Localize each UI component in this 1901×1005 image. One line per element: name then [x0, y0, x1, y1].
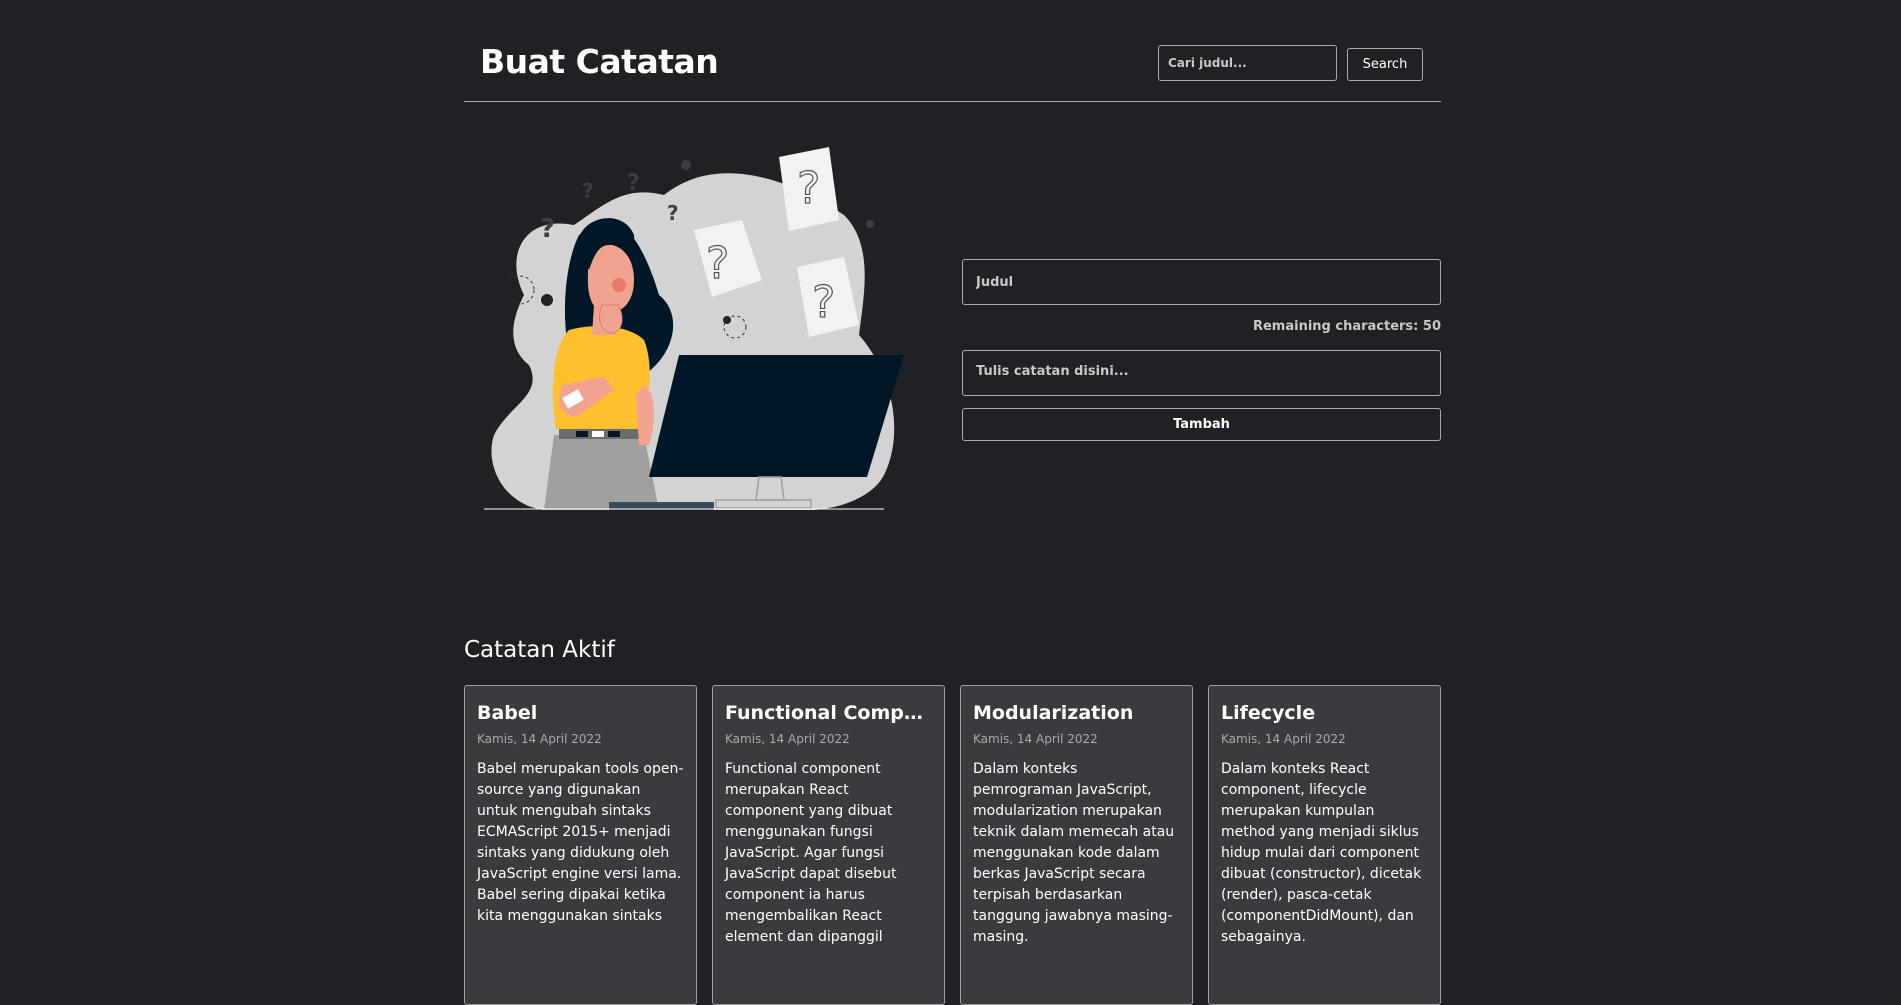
note-body: Babel merupakan tools open-source yang d… [477, 761, 684, 924]
note-card[interactable]: Lifecycle Kamis, 14 April 2022 Dalam kon… [1208, 685, 1441, 1005]
note-card[interactable]: Modularization Kamis, 14 April 2022 Dala… [960, 685, 1193, 1005]
monitor [649, 355, 904, 477]
add-note-button[interactable]: Tambah [962, 408, 1441, 441]
svg-text:?: ? [540, 214, 555, 244]
search-input[interactable] [1158, 45, 1337, 81]
note-body: Dalam konteks React component, lifecycle… [1221, 761, 1422, 945]
svg-text:?: ? [627, 171, 640, 196]
note-body-input[interactable] [962, 350, 1441, 396]
svg-text:?: ? [582, 179, 594, 203]
note-date: Kamis, 14 April 2022 [477, 732, 602, 746]
note-body: Functional component merupakan React com… [725, 761, 897, 945]
note-body: Dalam konteks pemrograman JavaScript, mo… [973, 761, 1175, 945]
search-button[interactable]: Search [1347, 48, 1423, 81]
note-title-input[interactable] [962, 259, 1441, 305]
svg-text:?: ? [797, 163, 820, 214]
hero-section: ? ? ? ? ? ? ? Judul Remaining characters… [464, 102, 1441, 548]
pants [544, 435, 659, 510]
svg-text:?: ? [667, 201, 679, 225]
remaining-characters: Remaining characters: 50 [1253, 319, 1441, 334]
svg-text:?: ? [706, 238, 729, 289]
note-title: Modularization [973, 702, 1134, 724]
notes-list: Babel Kamis, 14 April 2022 Babel merupak… [464, 685, 1441, 1005]
app-title: Buat Catatan [480, 42, 719, 81]
note-date: Kamis, 14 April 2022 [1221, 732, 1346, 746]
note-card[interactable]: Functional Component Kamis, 14 April 202… [712, 685, 945, 1005]
note-title: Functional Component [725, 702, 932, 724]
note-date: Kamis, 14 April 2022 [725, 732, 850, 746]
note-date: Kamis, 14 April 2022 [973, 732, 1098, 746]
thinking-woman-illustration: ? ? ? ? ? ? ? [484, 147, 904, 510]
note-title: Lifecycle [1221, 702, 1316, 724]
svg-text:?: ? [812, 277, 835, 328]
remaining-count: 50 [1422, 319, 1441, 334]
page-container: Buat Catatan Search ? ? ? ? ? ? ? [464, 0, 1441, 1005]
note-title: Babel [477, 702, 538, 724]
remaining-label: Remaining characters: [1252, 319, 1423, 334]
active-notes-heading: Catatan Aktif [464, 637, 615, 663]
note-card[interactable]: Babel Kamis, 14 April 2022 Babel merupak… [464, 685, 697, 1005]
header: Buat Catatan Search [464, 0, 1441, 102]
question-paper-1: ? [779, 147, 839, 231]
